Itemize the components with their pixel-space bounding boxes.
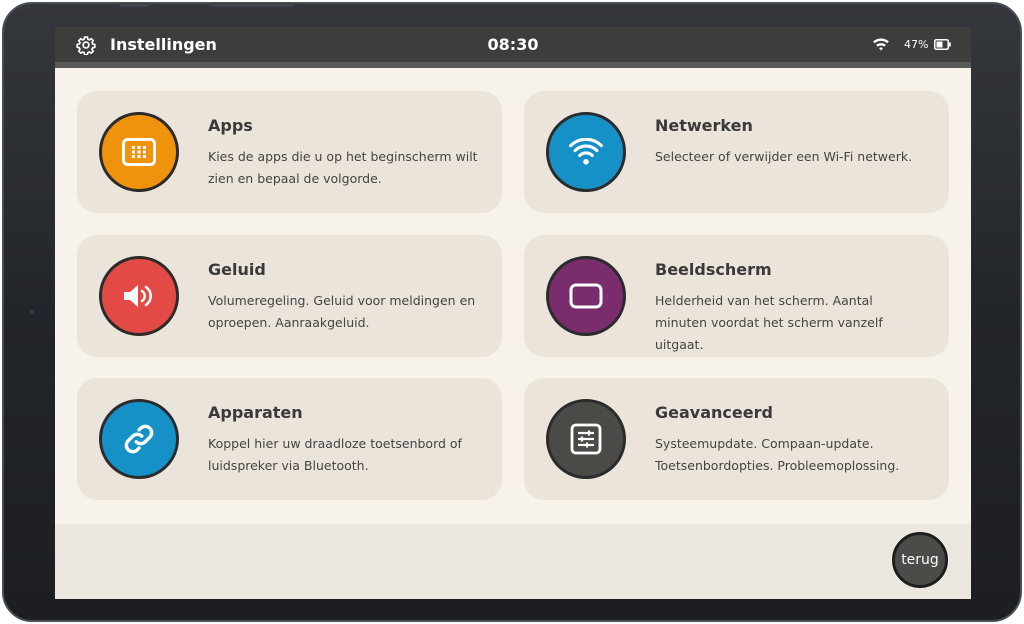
- settings-card-apps[interactable]: Apps Kies de apps die u op het beginsche…: [77, 91, 502, 213]
- settings-card-geluid[interactable]: Geluid Volumeregeling. Geluid voor meldi…: [77, 235, 502, 357]
- apps-grid-icon: [122, 138, 156, 166]
- netwerken-icon-circle: [546, 112, 626, 192]
- settings-card-beeldscherm[interactable]: Beeldscherm Helderheid van het scherm. A…: [524, 235, 949, 357]
- card-description: Kies de apps die u op het beginscherm wi…: [208, 149, 478, 186]
- status-bar: Instellingen 08:30 47%: [55, 27, 971, 68]
- wifi-icon: [873, 38, 889, 51]
- volume-button: [209, 3, 294, 7]
- apparaten-icon-circle: [99, 399, 179, 479]
- geluid-icon-circle: [99, 256, 179, 336]
- gear-icon[interactable]: [76, 35, 96, 55]
- speaker-icon: [124, 285, 152, 307]
- card-description: Selecteer of verwijder een Wi-Fi netwerk…: [655, 149, 913, 164]
- card-title: Apparaten: [208, 403, 303, 422]
- card-title: Beeldscherm: [655, 260, 772, 279]
- settings-card-netwerken[interactable]: Netwerken Selecteer of verwijder een Wi-…: [524, 91, 949, 213]
- card-title: Geavanceerd: [655, 403, 773, 422]
- settings-card-geavanceerd[interactable]: Geavanceerd Systeemupdate. Compaan-updat…: [524, 378, 949, 500]
- screen-icon: [569, 283, 603, 309]
- geavanceerd-icon-circle: [546, 399, 626, 479]
- card-title: Geluid: [208, 260, 266, 279]
- card-title: Netwerken: [655, 116, 753, 135]
- card-description: Koppel hier uw draadloze toetsenbord of …: [208, 436, 462, 473]
- back-button[interactable]: terug: [892, 532, 948, 588]
- link-icon: [124, 424, 154, 454]
- bottom-bar: [55, 524, 971, 599]
- sliders-icon: [570, 423, 602, 455]
- card-description: Systeemupdate. Compaan-update. Toetsenbo…: [655, 436, 900, 473]
- wifi-icon: [569, 138, 603, 165]
- card-description: Helderheid van het scherm. Aantal minute…: [655, 293, 883, 352]
- card-description: Volumeregeling. Geluid voor meldingen en…: [208, 293, 476, 330]
- page-title: Instellingen: [110, 35, 217, 54]
- battery-icon: [934, 39, 951, 50]
- beeldscherm-icon-circle: [546, 256, 626, 336]
- front-camera: [27, 307, 37, 317]
- apps-icon-circle: [99, 112, 179, 192]
- card-title: Apps: [208, 116, 253, 135]
- hardware-button: [119, 3, 149, 7]
- battery-percentage: 47%: [904, 38, 929, 51]
- screen: Instellingen 08:30 47% Apps Kies de apps…: [55, 27, 971, 599]
- settings-card-apparaten[interactable]: Apparaten Koppel hier uw draadloze toets…: [77, 378, 502, 500]
